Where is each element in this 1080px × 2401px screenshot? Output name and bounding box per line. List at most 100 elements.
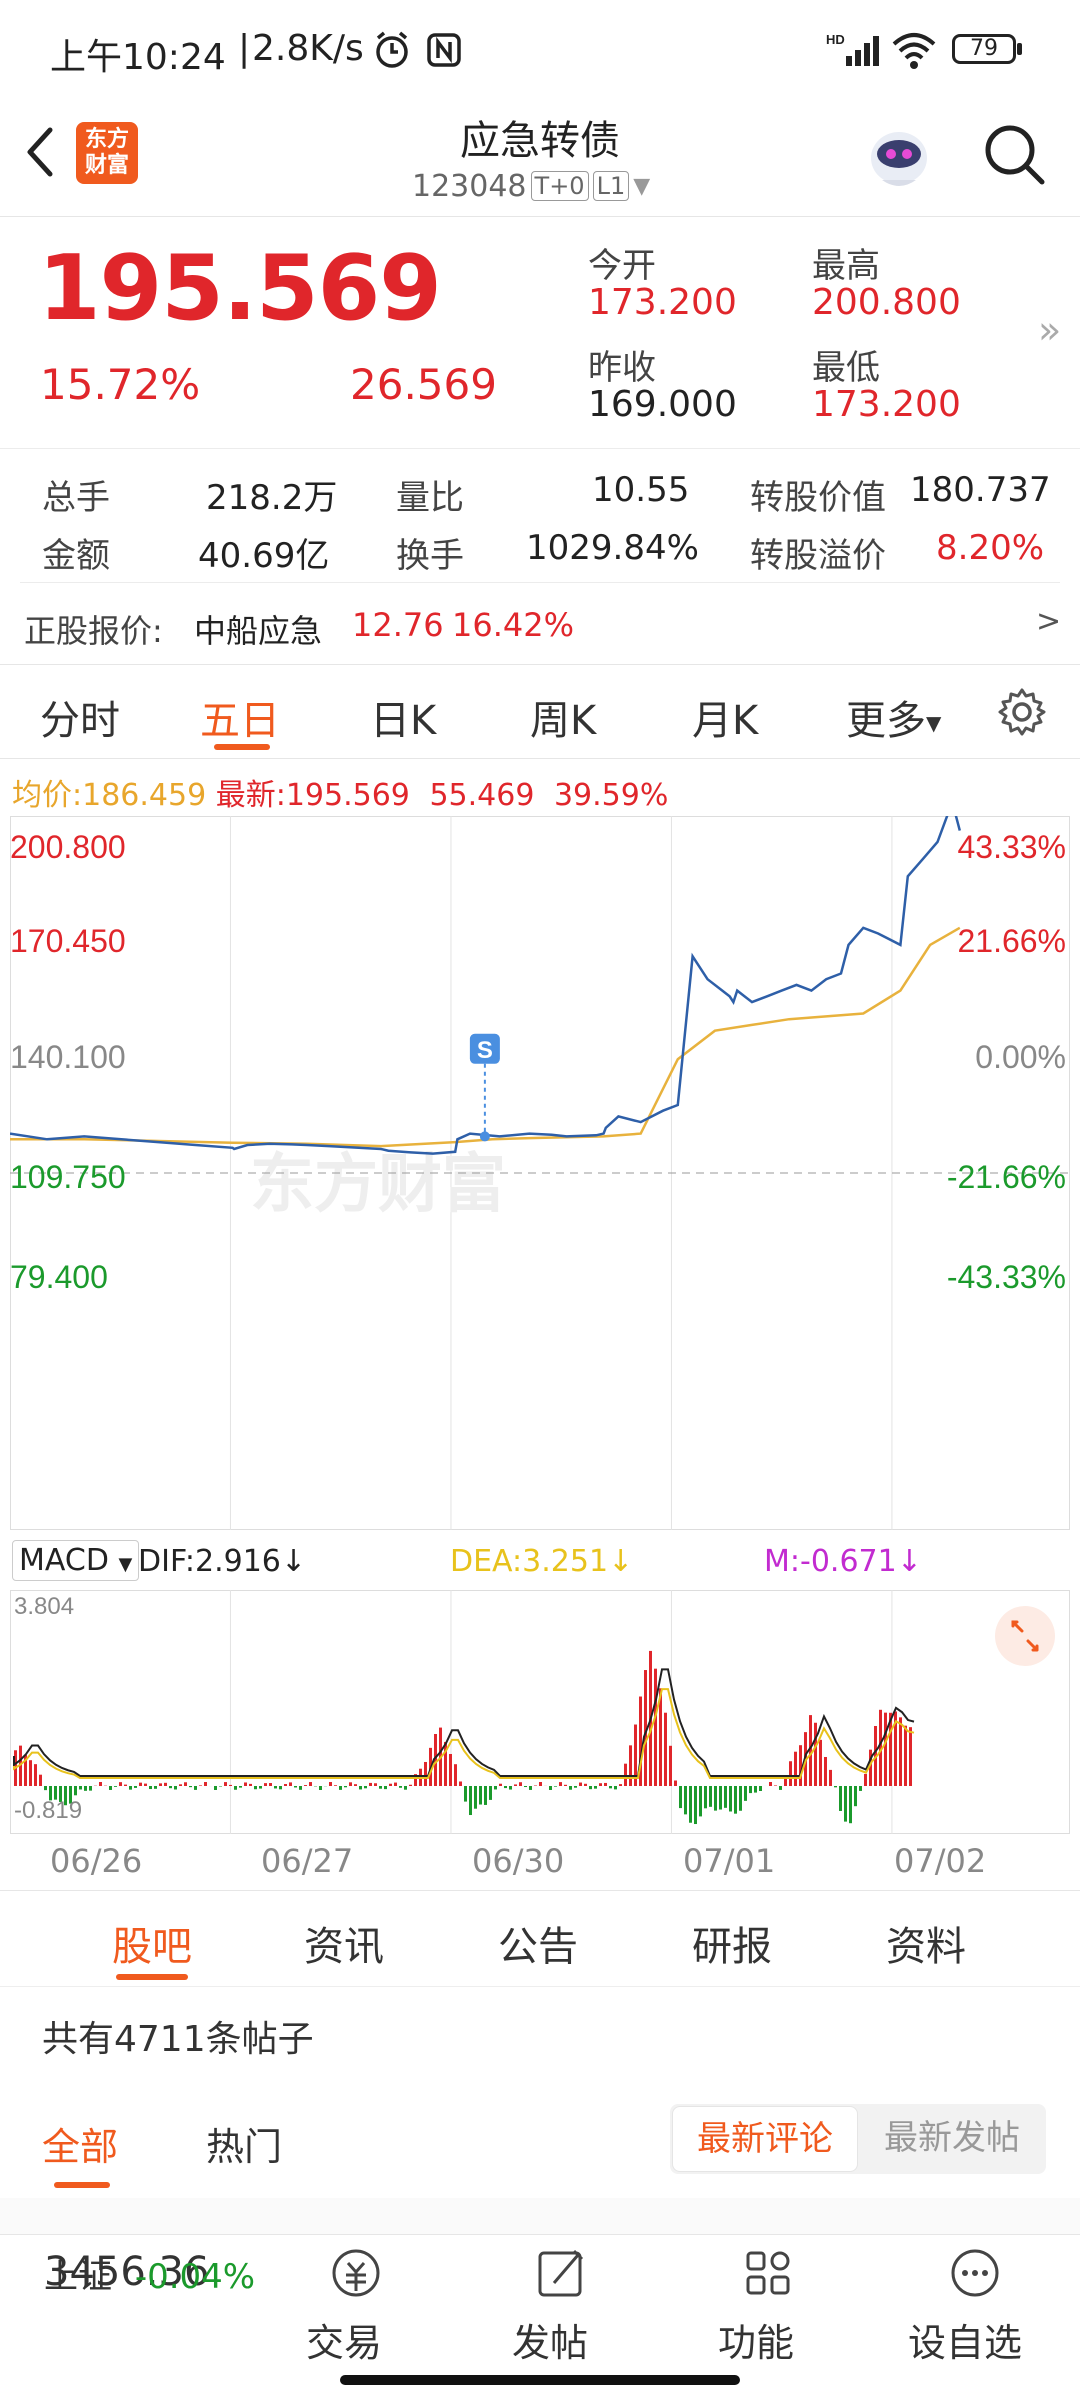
macd-histogram-bar (344, 1786, 347, 1787)
underlying-name: 中船应急 (194, 606, 322, 652)
macd-histogram-bar (489, 1786, 492, 1800)
macd-histogram-bar (594, 1786, 597, 1789)
active-tab-indicator (116, 1974, 188, 1980)
tab-daily-k[interactable]: 日K (370, 688, 436, 746)
robot-avatar-icon[interactable] (862, 118, 936, 192)
wifi-icon (890, 30, 938, 79)
avg-price-value: 186.459 (82, 778, 206, 813)
alarm-icon (372, 30, 412, 79)
macd-histogram-bar (189, 1786, 192, 1787)
macd-histogram-bar (714, 1786, 717, 1811)
tab-more-label: 更多 (846, 698, 926, 744)
x-tick-date: 06/26 (50, 1842, 142, 1880)
macd-histogram-bar (404, 1786, 407, 1790)
latest-value: 195.569 (286, 778, 410, 813)
macd-histogram-bar (694, 1786, 697, 1824)
macd-histogram-bar (179, 1784, 182, 1786)
signal-icon: HD (826, 30, 882, 79)
back-icon[interactable] (20, 122, 60, 186)
dropdown-icon[interactable]: ▼ (633, 174, 650, 199)
macd-histogram-bar (169, 1786, 172, 1788)
divider (0, 448, 1080, 449)
expand-chevron-icon[interactable]: » (1038, 308, 1061, 352)
price-chart[interactable]: 东方财富 S 200.800170.450140.100109.75079.40… (10, 816, 1070, 1530)
logo-text-bottom: 财富 (76, 153, 138, 179)
tab-guba[interactable]: 股吧 (112, 1914, 192, 1972)
macd-selector[interactable]: MACD ▼ (12, 1540, 139, 1581)
macd-histogram-bar (664, 1713, 667, 1786)
security-code-row: 123048 T+0 L1 ▼ (412, 166, 650, 206)
volume-ratio-label: 量比 (396, 470, 464, 519)
macd-histogram-bar (844, 1786, 847, 1822)
volume-label: 总手 (42, 470, 110, 519)
macd-histogram-bar (799, 1745, 802, 1786)
macd-histogram-bar (574, 1786, 577, 1788)
macd-histogram-bar (734, 1786, 737, 1814)
nav-functions[interactable]: 功能 (718, 2245, 818, 2312)
tab-intraday[interactable]: 分时 (40, 688, 120, 746)
sort-latest-post[interactable]: 最新发帖 (860, 2106, 1044, 2172)
macd-histogram-bar (899, 1717, 902, 1786)
nav-trade[interactable]: 交易 (306, 2245, 406, 2312)
spacer (0, 2198, 1080, 2234)
macd-histogram-bar (334, 1785, 337, 1786)
date-axis: 06/2606/2706/3007/0107/02 (10, 1842, 1070, 1882)
tab-profile[interactable]: 资料 (886, 1914, 966, 1972)
divider (0, 1890, 1080, 1891)
active-filter-indicator (54, 2182, 110, 2188)
macd-histogram-bar (754, 1786, 757, 1793)
tab-announcements[interactable]: 公告 (498, 1914, 578, 1972)
macd-histogram-bar (109, 1786, 112, 1790)
underlying-label: 正股报价: (24, 606, 163, 652)
macd-histogram-bar (154, 1786, 157, 1789)
sort-latest-comment[interactable]: 最新评论 (672, 2106, 858, 2172)
nav-add-watchlist[interactable]: 设自选 (908, 2245, 1042, 2312)
settings-gear-icon[interactable] (996, 686, 1048, 742)
filter-hot[interactable]: 热门 (206, 2116, 282, 2171)
l1-badge[interactable]: L1 (593, 171, 630, 201)
battery-tip (1017, 43, 1022, 55)
tab-research[interactable]: 研报 (692, 1914, 772, 1972)
divider (20, 582, 1060, 583)
x-tick-date: 07/01 (683, 1842, 775, 1880)
search-icon[interactable] (982, 122, 1048, 192)
macd-histogram-bar (849, 1786, 852, 1823)
y-tick-left: 200.800 (10, 829, 126, 865)
macd-histogram-bar (369, 1783, 372, 1786)
macd-histogram-bar (584, 1784, 587, 1786)
macd-histogram-bar (789, 1761, 792, 1786)
macd-histogram-bar (654, 1669, 657, 1786)
macd-histogram-bar (464, 1786, 467, 1802)
compose-icon (532, 2245, 592, 2303)
macd-chart[interactable]: 3.804 -0.819 (10, 1590, 1070, 1834)
nav-post-label: 发帖 (512, 2312, 588, 2367)
tab-news[interactable]: 资讯 (304, 1914, 384, 1972)
volume-ratio-value: 10.55 (592, 470, 689, 510)
tab-more[interactable]: 更多▼ (846, 688, 941, 746)
latest-percent: 39.59% (554, 778, 668, 813)
macd-histogram-bar (819, 1740, 822, 1786)
tab-monthly-k[interactable]: 月K (692, 688, 758, 746)
y-tick-left: 109.750 (10, 1159, 126, 1195)
post-count: 共有4711条帖子 (42, 2010, 314, 2062)
latest-change: 55.469 (429, 778, 534, 813)
turnover-label: 换手 (396, 528, 464, 577)
chevron-right-icon[interactable]: > (1036, 604, 1061, 639)
macd-histogram-bar (794, 1752, 797, 1786)
macd-histogram-bar (244, 1782, 247, 1786)
tab-five-day[interactable]: 五日 (200, 688, 280, 746)
macd-histogram-bar (884, 1713, 887, 1786)
fullscreen-icon[interactable] (995, 1606, 1055, 1666)
macd-histogram-bar (99, 1782, 102, 1786)
macd-histogram-bar (254, 1786, 257, 1789)
macd-histogram-bar (504, 1786, 507, 1788)
underlying-row[interactable]: 正股报价: 中船应急 12.76 16.42% > (0, 584, 1080, 664)
macd-histogram-bar (264, 1783, 267, 1786)
caret-down-icon: ▼ (926, 711, 941, 735)
high-label: 最高 (812, 238, 880, 287)
macd-histogram-bar (744, 1786, 747, 1801)
tab-weekly-k[interactable]: 周K (530, 688, 596, 746)
filter-all[interactable]: 全部 (42, 2116, 118, 2171)
nav-post[interactable]: 发帖 (512, 2245, 612, 2312)
macd-histogram-bar (74, 1786, 77, 1795)
